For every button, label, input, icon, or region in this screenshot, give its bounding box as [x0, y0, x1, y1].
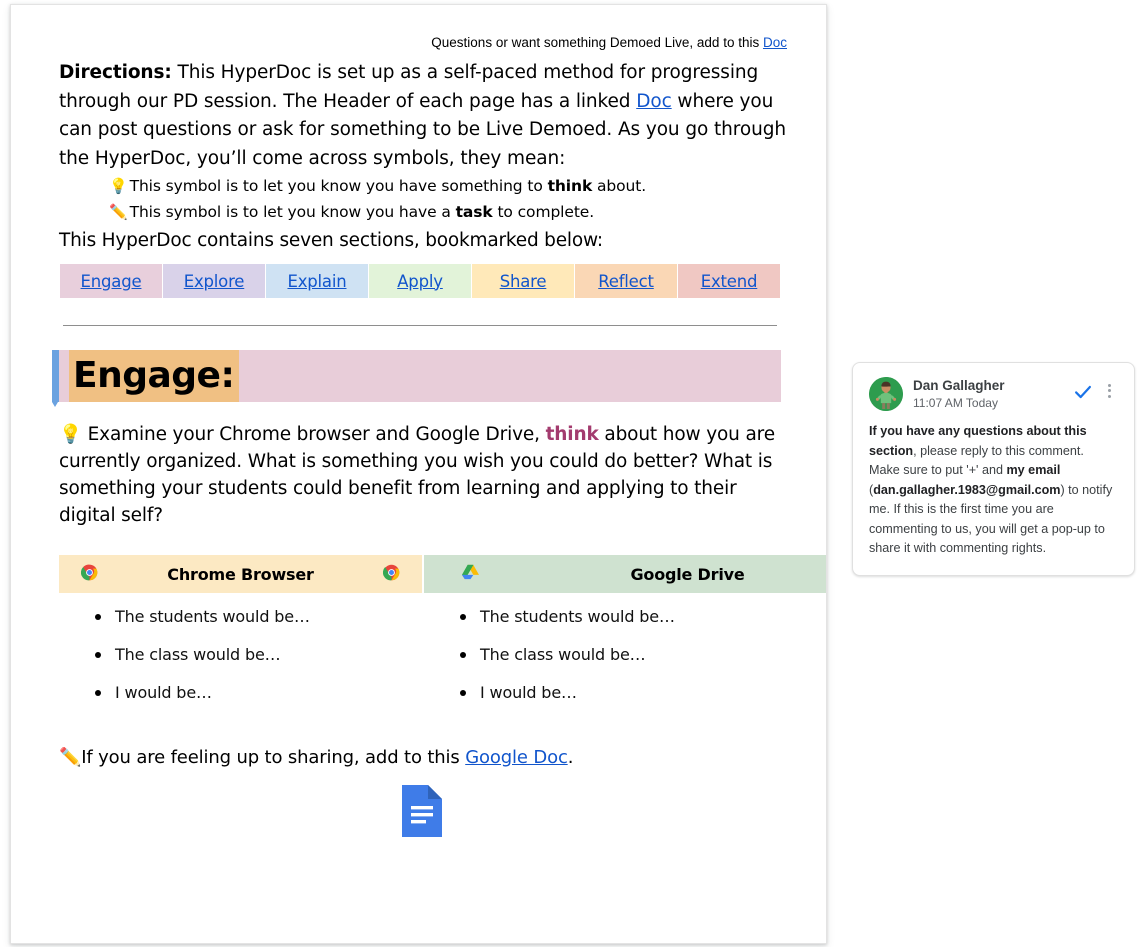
engage-paragraph-before: Examine your Chrome browser and Google D… [87, 424, 546, 446]
google-docs-icon-wrapper[interactable] [59, 785, 789, 838]
lightbulb-emoji: 💡 [59, 424, 82, 446]
pencil-emoji: ✏️ [59, 747, 82, 769]
drive-column-header: Google Drive [424, 555, 826, 594]
closing-text-before: If you are feeling up to sharing, add to… [81, 747, 466, 769]
drive-column-label: Google Drive [630, 564, 745, 584]
comment-body: If you have any questions about this sec… [869, 422, 1118, 559]
directions-doc-link[interactable]: Doc [636, 91, 672, 112]
nav-link-share[interactable]: Share [500, 272, 547, 291]
more-options-icon[interactable] [1100, 381, 1118, 400]
resolve-checkmark-icon[interactable] [1072, 381, 1094, 403]
nav-cell-explain[interactable]: Explain [265, 263, 369, 300]
closing-text-after: . [567, 747, 574, 769]
engage-paragraph-emphasis: think [545, 424, 599, 446]
comment-body-bold-2: my email [1006, 463, 1061, 477]
sections-intro-line: This HyperDoc contains seven sections, b… [59, 230, 603, 252]
list-item: The class would be… [460, 645, 826, 665]
symbol-think-text-after: about. [592, 177, 647, 196]
google-drive-icon [462, 564, 479, 584]
nav-cell-explore[interactable]: Explore [162, 263, 266, 300]
document-page: Questions or want something Demoed Live,… [10, 4, 827, 944]
comment-timestamp: 11:07 AM Today [913, 396, 998, 410]
table-column-drive: Google Drive The students would be… The … [424, 555, 826, 721]
nav-link-reflect[interactable]: Reflect [598, 272, 654, 291]
section-divider [63, 325, 777, 327]
comment-meta: Dan Gallagher 11:07 AM Today [913, 377, 1072, 411]
pencil-emoji: ✏️ [109, 203, 128, 222]
symbol-think-text-before: This symbol is to let you know you have … [129, 177, 548, 196]
comment-card[interactable]: Dan Gallagher 11:07 AM Today If you have… [852, 362, 1135, 576]
nav-cell-reflect[interactable]: Reflect [574, 263, 678, 300]
nav-cell-share[interactable]: Share [471, 263, 575, 300]
nav-link-apply[interactable]: Apply [397, 272, 443, 291]
nav-link-explain[interactable]: Explain [287, 272, 346, 291]
directions-label: Directions: [59, 62, 172, 84]
google-doc-link[interactable]: Google Doc [465, 747, 568, 768]
kebab-dot [1107, 389, 1111, 392]
drive-bullet-list: The students would be… The class would b… [424, 593, 826, 703]
symbol-task-keyword: task [455, 203, 493, 222]
comment-header: Dan Gallagher 11:07 AM Today [869, 377, 1118, 411]
google-docs-icon[interactable] [402, 785, 442, 838]
closing-line: ✏️If you are feeling up to sharing, add … [59, 745, 789, 771]
page-header-note-text: Questions or want something Demoed Live,… [431, 35, 760, 50]
screen-root: Questions or want something Demoed Live,… [0, 0, 1145, 947]
symbol-task-text-before: This symbol is to let you know you have … [129, 203, 456, 222]
engage-title: Engage: [69, 350, 240, 403]
reflection-table: Chrome Browser The students would be… Th… [59, 555, 826, 721]
engage-paragraph: 💡 Examine your Chrome browser and Google… [59, 421, 789, 529]
chrome-column-header: Chrome Browser [59, 555, 422, 594]
symbol-think-keyword: think [547, 177, 593, 196]
page-header-note: Questions or want something Demoed Live,… [59, 35, 789, 51]
comment-anchor-bar[interactable] [52, 350, 59, 408]
list-item: I would be… [460, 683, 826, 703]
kebab-dot [1107, 383, 1111, 387]
list-item: I would be… [95, 683, 422, 703]
symbol-legend-think: 💡 This symbol is to let you know you have… [109, 173, 789, 199]
list-item: The students would be… [460, 607, 826, 627]
engage-heading-block: Engage: [52, 350, 789, 408]
nav-cell-engage[interactable]: Engage [59, 263, 163, 300]
nav-link-extend[interactable]: Extend [701, 272, 758, 291]
user-avatar [869, 377, 903, 411]
nav-link-engage[interactable]: Engage [81, 272, 142, 291]
table-column-chrome: Chrome Browser The students would be… Th… [59, 555, 422, 721]
document-body: Questions or want something Demoed Live,… [52, 35, 826, 838]
chrome-icon [80, 564, 98, 585]
nav-cell-extend[interactable]: Extend [677, 263, 781, 300]
chrome-icon [382, 564, 400, 585]
chrome-column-label: Chrome Browser [167, 564, 314, 584]
section-bookmark-bar: Engage Explore Explain Apply Share Refle… [59, 263, 781, 300]
kebab-dot [1107, 394, 1111, 398]
chrome-bullet-list: The students would be… The class would b… [59, 593, 422, 703]
comment-body-email: dan.gallagher.1983@gmail.com [873, 482, 1061, 497]
comment-author: Dan Gallagher [913, 378, 1005, 393]
nav-link-explore[interactable]: Explore [184, 272, 245, 291]
nav-cell-apply[interactable]: Apply [368, 263, 472, 300]
symbol-legend-task: ✏️ This symbol is to let you know you hav… [109, 199, 789, 225]
header-doc-link[interactable]: Doc [763, 35, 787, 50]
list-item: The students would be… [95, 607, 422, 627]
directions-paragraph: Directions: This HyperDoc is set up as a… [59, 59, 789, 173]
symbol-task-text-after: to complete. [492, 203, 595, 222]
list-item: The class would be… [95, 645, 422, 665]
lightbulb-emoji: 💡 [109, 177, 128, 196]
